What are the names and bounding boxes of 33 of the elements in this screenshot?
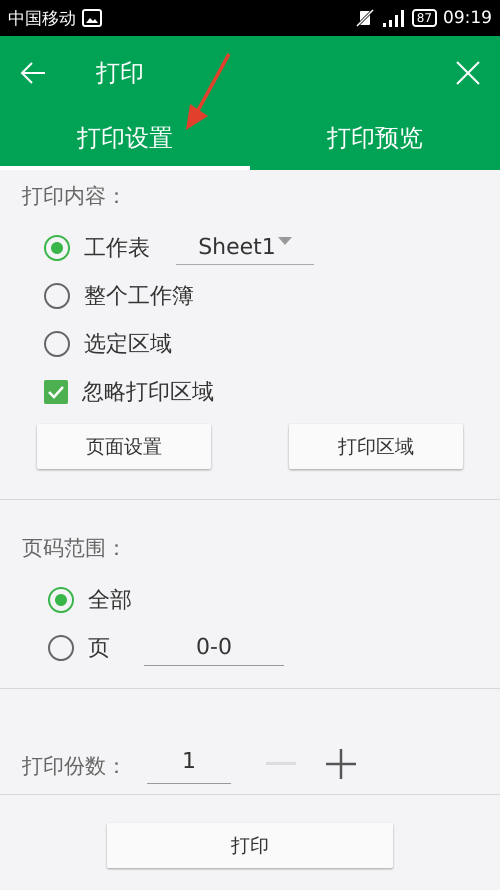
checkbox[interactable]: [44, 380, 68, 404]
app-title: 打印: [96, 58, 145, 89]
sheet-dropdown[interactable]: Sheet1: [176, 231, 314, 265]
radio-button[interactable]: [48, 587, 74, 613]
option-label: 整个工作簿: [84, 283, 194, 311]
option-label: 忽略打印区域: [82, 379, 214, 407]
copies-label: 打印份数：: [22, 753, 127, 780]
radio-button[interactable]: [44, 331, 70, 357]
dropdown-caret-icon: [278, 237, 292, 247]
close-icon[interactable]: [456, 61, 480, 85]
check-icon: [47, 385, 65, 399]
carrier-name: 中国移动: [8, 8, 76, 30]
page-range-field[interactable]: 0-0: [144, 630, 284, 666]
image-icon: [82, 9, 102, 27]
signal-icon: [382, 9, 406, 27]
option-label: 页: [88, 635, 110, 663]
copies-field[interactable]: 1: [147, 739, 231, 784]
radio-button[interactable]: [44, 235, 70, 261]
section-heading: 页码范围：: [22, 535, 128, 562]
radio-button[interactable]: [44, 283, 70, 309]
plus-icon: [326, 749, 356, 779]
option-label: 全部: [88, 587, 132, 615]
battery-level: 87: [412, 9, 437, 27]
setup-button[interactable]: 页面设置: [37, 424, 211, 469]
option-label: 工作表: [84, 235, 150, 263]
print-button[interactable]: 打印: [107, 823, 393, 868]
vibrate-off-icon: [354, 8, 376, 28]
back-arrow-icon[interactable]: [20, 61, 46, 85]
section-heading: 打印内容：: [22, 183, 128, 210]
setup-button[interactable]: 打印区域: [289, 424, 463, 469]
clock: 09:19: [443, 8, 492, 28]
radio-button[interactable]: [48, 635, 74, 661]
option-label: 选定区域: [84, 331, 172, 359]
